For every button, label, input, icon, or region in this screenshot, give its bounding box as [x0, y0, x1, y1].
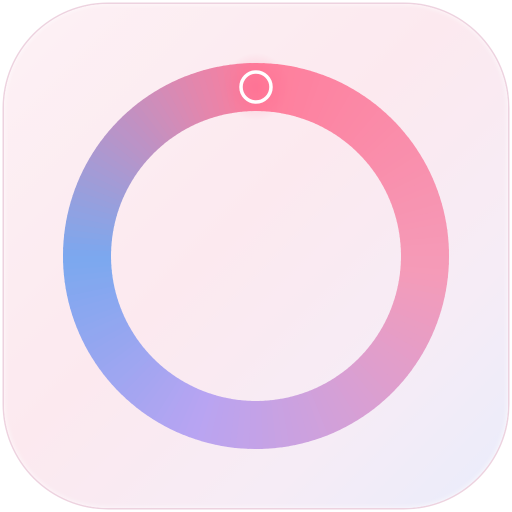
app-icon-canvas [0, 0, 512, 512]
ring-timer-icon [63, 53, 449, 449]
gradient-ring [63, 63, 449, 449]
ring-knob-glow [222, 53, 290, 121]
